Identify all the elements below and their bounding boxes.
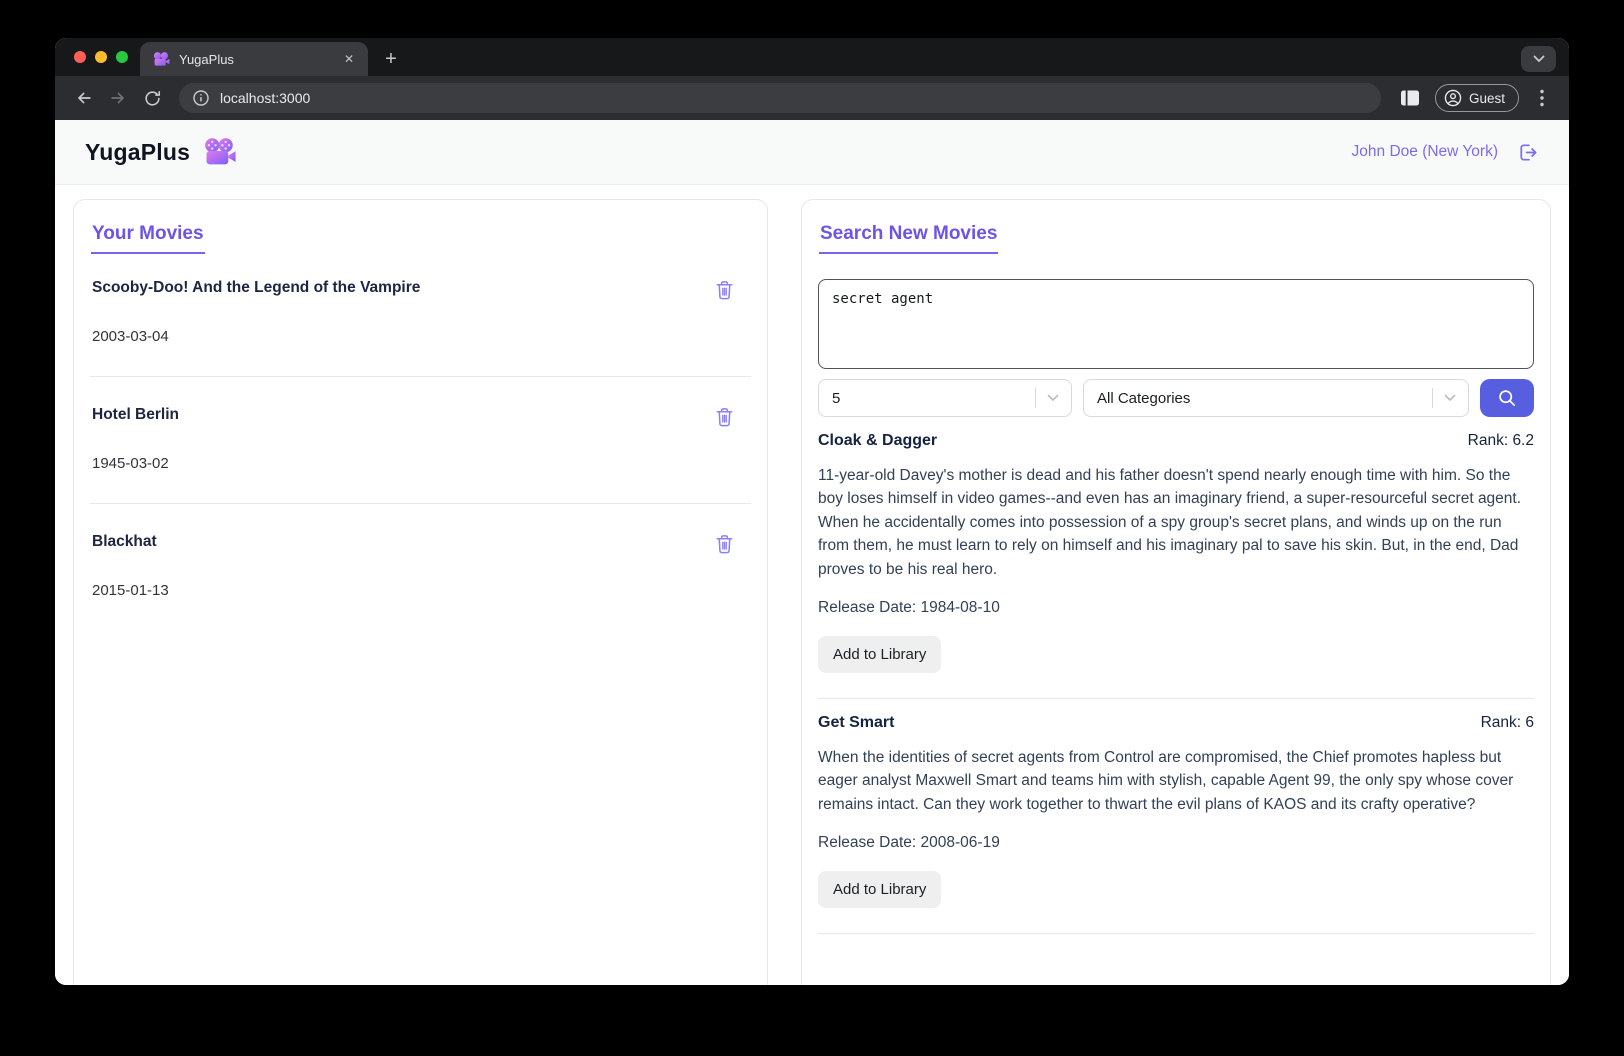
result-description: 11-year-old Davey's mother is dead and h… [818, 467, 1522, 578]
movie-title: Scooby-Doo! And the Legend of the Vampir… [92, 279, 421, 296]
result-divider [818, 697, 1534, 699]
list-item: Get Smart Rank: 6 When the identities of… [818, 714, 1534, 935]
result-rank: Rank: 6.2 [1467, 432, 1534, 449]
reload-icon [144, 90, 160, 106]
trash-icon [716, 535, 733, 554]
delete-movie-button[interactable] [714, 533, 735, 558]
list-item: Cloak & Dagger Rank: 6.2 11-year-old Dav… [818, 432, 1534, 699]
tab-title: YugaPlus [179, 51, 234, 67]
result-release-date: Release Date: 2008-06-19 [818, 834, 1000, 852]
new-tab-button[interactable]: + [376, 44, 406, 74]
brand-title: YugaPlus [85, 138, 191, 165]
movie-divider [90, 376, 751, 377]
movie-info: Hotel Berlin 1945-03-02 [92, 406, 179, 472]
result-title: Cloak & Dagger [818, 432, 938, 449]
back-button[interactable] [69, 83, 99, 113]
minimize-window-button[interactable] [95, 51, 107, 63]
favicon-movie-camera-icon [153, 51, 170, 66]
tab-strip: YugaPlus ✕ + [55, 38, 1569, 76]
chevron-down-icon [1533, 55, 1544, 62]
app-header: YugaPlus John Doe (New York) [55, 120, 1569, 185]
maximize-window-button[interactable] [116, 51, 128, 63]
search-movies-title: Search New Movies [819, 223, 999, 254]
result-divider [818, 933, 1534, 935]
movie-title: Hotel Berlin [92, 406, 179, 423]
movie-info: Scooby-Doo! And the Legend of the Vampir… [92, 279, 420, 345]
search-results: Cloak & Dagger Rank: 6.2 11-year-old Dav… [818, 432, 1534, 935]
browser-window: YugaPlus ✕ + localhost:3000 Guest YugaPl… [55, 38, 1569, 985]
traffic-lights [74, 51, 128, 63]
close-window-button[interactable] [74, 51, 86, 63]
list-item: Hotel Berlin 1945-03-02 [90, 406, 751, 504]
chevron-down-icon [1444, 394, 1456, 401]
result-release-date: Release Date: 1984-08-10 [818, 598, 1000, 616]
list-item: Scooby-Doo! And the Legend of the Vampir… [90, 279, 751, 377]
search-controls: 5 All Categories [818, 379, 1534, 417]
movie-camera-logo-icon [205, 137, 236, 164]
result-head: Get Smart Rank: 6 [818, 714, 1534, 732]
forward-button[interactable] [103, 83, 133, 113]
result-head: Cloak & Dagger Rank: 6.2 [818, 432, 1534, 450]
select-divider [1035, 388, 1036, 408]
result-limit-select[interactable]: 5 [818, 379, 1072, 417]
result-rank: Rank: 6 [1480, 713, 1534, 731]
trash-icon [716, 408, 733, 427]
user-area: John Doe (New York) [1352, 141, 1539, 164]
movie-date: 2015-01-13 [92, 582, 169, 599]
add-to-library-button[interactable]: Add to Library [818, 871, 942, 909]
select-divider [1432, 388, 1433, 408]
result-description: When the identities of secret agents fro… [818, 748, 1514, 813]
search-icon [1499, 390, 1516, 407]
delete-movie-button[interactable] [714, 279, 735, 304]
movie-date: 1945-03-02 [92, 455, 169, 472]
brand: YugaPlus [85, 137, 237, 167]
side-panel-icon [1400, 90, 1419, 106]
movie-date: 2003-03-04 [92, 328, 169, 345]
result-title: Get Smart [818, 713, 895, 731]
user-name: John Doe (New York) [1351, 143, 1498, 160]
movie-row: Blackhat 2015-01-13 [90, 533, 751, 599]
category-select[interactable]: All Categories [1083, 379, 1469, 417]
movie-divider [90, 503, 751, 504]
movie-row: Scooby-Doo! And the Legend of the Vampir… [90, 279, 751, 345]
movie-title: Blackhat [92, 533, 157, 550]
search-query-input[interactable]: secret agent [818, 279, 1534, 369]
kebab-menu-icon [1540, 89, 1544, 107]
browser-menu-button[interactable] [1529, 83, 1555, 113]
logout-icon [1520, 143, 1537, 161]
movie-row: Hotel Berlin 1945-03-02 [90, 406, 751, 472]
movie-info: Blackhat 2015-01-13 [92, 533, 169, 599]
side-panel-button[interactable] [1395, 83, 1425, 113]
address-bar[interactable]: localhost:3000 [179, 83, 1381, 113]
trash-icon [716, 281, 733, 300]
logout-button[interactable] [1516, 141, 1539, 164]
search-button[interactable] [1480, 379, 1534, 417]
tab-close-icon[interactable]: ✕ [340, 50, 358, 68]
arrow-right-icon [111, 92, 124, 104]
your-movies-panel: Your Movies Scooby-Doo! And the Legend o… [73, 199, 768, 985]
tab-search-chevron-button[interactable] [1521, 46, 1556, 72]
add-to-library-button[interactable]: Add to Library [818, 635, 942, 673]
site-info-icon[interactable] [193, 90, 209, 106]
browser-tab[interactable]: YugaPlus ✕ [140, 42, 368, 76]
arrow-left-icon [78, 92, 91, 104]
list-item: Blackhat 2015-01-13 [90, 533, 751, 599]
result-limit-value: 5 [832, 389, 841, 407]
guest-avatar-icon [1444, 89, 1462, 107]
url-text: localhost:3000 [220, 90, 311, 106]
chevron-down-icon [1047, 394, 1059, 401]
profile-button[interactable]: Guest [1434, 84, 1519, 112]
browser-toolbar: localhost:3000 Guest [55, 76, 1569, 120]
your-movies-title: Your Movies [91, 223, 205, 254]
main-content: Your Movies Scooby-Doo! And the Legend o… [55, 185, 1569, 985]
profile-label: Guest [1468, 90, 1505, 106]
delete-movie-button[interactable] [714, 406, 735, 431]
search-movies-panel: Search New Movies secret agent 5 All Cat… [801, 199, 1551, 985]
category-value: All Categories [1097, 389, 1191, 407]
reload-button[interactable] [137, 83, 167, 113]
movie-list: Scooby-Doo! And the Legend of the Vampir… [90, 279, 751, 599]
